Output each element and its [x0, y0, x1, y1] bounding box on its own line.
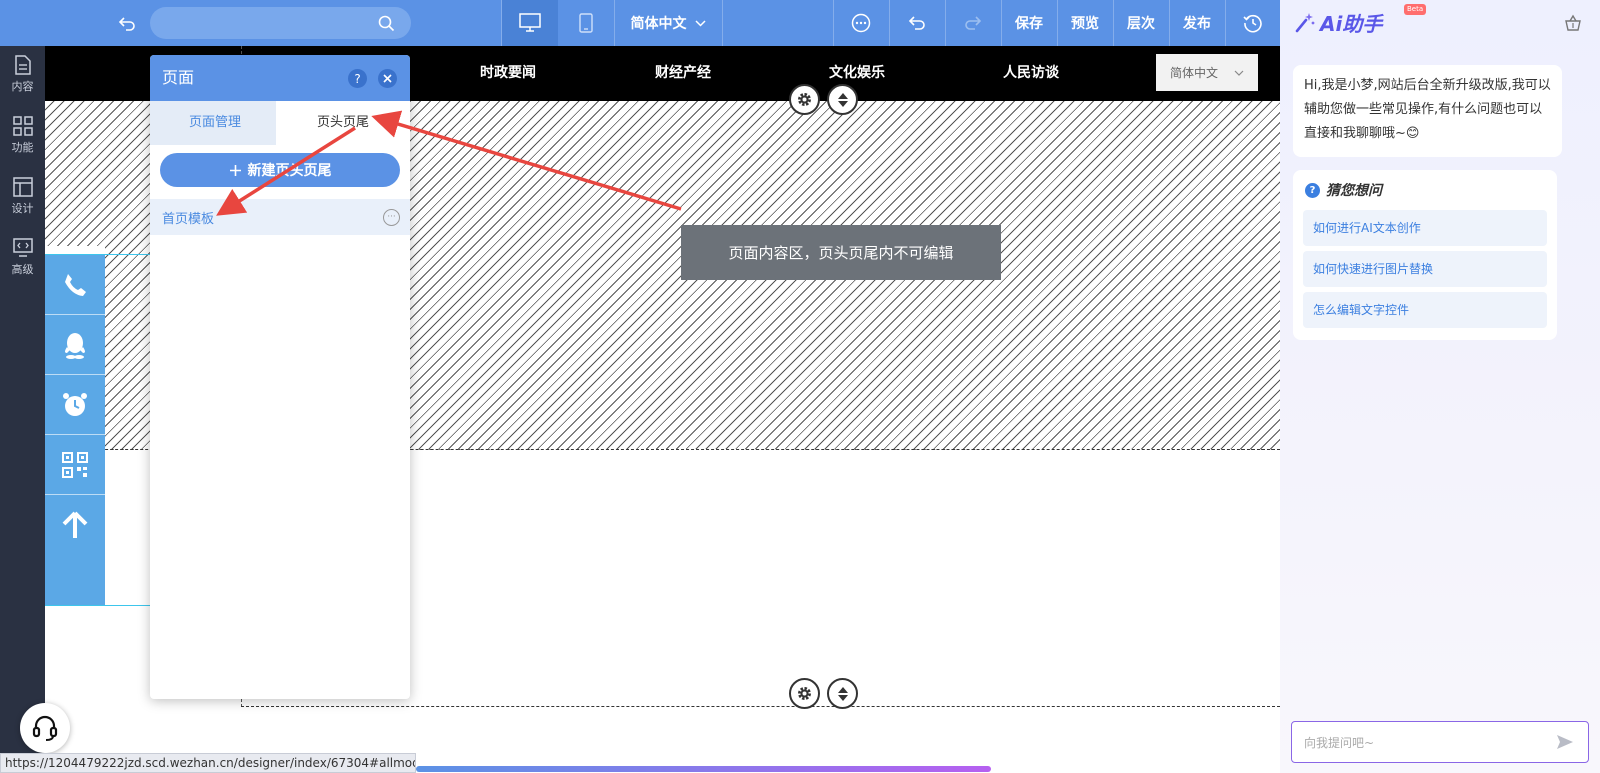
file-icon [14, 54, 32, 78]
code-monitor-icon [12, 237, 33, 261]
history-icon [1242, 13, 1263, 33]
rail-item-label: 设计 [11, 201, 34, 215]
nav-link[interactable]: 财经产经 [655, 46, 711, 101]
clear-basket-icon[interactable] [1564, 14, 1582, 32]
template-list-item[interactable]: 首页模板 ··· [150, 199, 410, 235]
tab-page-management[interactable]: 页面管理 [150, 101, 280, 145]
floating-contact-bar [45, 255, 105, 605]
language-select-label: 简体中文 [630, 16, 687, 32]
close-icon[interactable] [378, 69, 397, 88]
page-panel-header: 页面 ? [150, 55, 410, 101]
layout-icon [12, 176, 33, 200]
desktop-icon [519, 13, 541, 33]
site-language-label: 简体中文 [1170, 66, 1219, 80]
mobile-icon [579, 13, 593, 33]
search-icon[interactable] [378, 15, 395, 32]
ai-faq-card: ? 猜您想问 如何进行AI文本创作 如何快速进行图片替换 怎么编辑文字控件 [1293, 170, 1557, 340]
ai-logo: Ai助手 [1294, 8, 1382, 37]
rail-item-function[interactable]: 功能 [0, 107, 45, 163]
gear-icon [796, 685, 813, 702]
nav-link[interactable]: 时政要闻 [480, 46, 536, 101]
undo-icon [908, 15, 926, 31]
language-select[interactable]: 简体中文 [614, 0, 722, 46]
site-language-select[interactable]: 简体中文 [1156, 54, 1258, 91]
footer-guide-line [241, 706, 1280, 707]
nav-link[interactable]: 人民访谈 [1003, 46, 1059, 101]
resize-vertical-icon [837, 92, 849, 108]
ai-question-input[interactable]: 向我提问吧~ [1291, 721, 1589, 763]
desktop-view-button[interactable] [502, 0, 558, 46]
help-icon[interactable]: ? [348, 69, 367, 88]
resize-vertical-icon [837, 686, 849, 702]
rail-item-label: 内容 [11, 79, 34, 93]
float-qrcode-button[interactable] [45, 435, 105, 495]
ai-assistant-panel: Ai助手 Beta Hi,我是小梦,网站后台全新升级改版,我可以辅助您做一些常见… [1280, 0, 1600, 773]
page-panel-tabs: 页面管理 页头页尾 [150, 101, 410, 145]
float-qq-button[interactable] [45, 315, 105, 375]
qq-penguin-icon [62, 331, 88, 359]
more-icon [851, 13, 871, 33]
more-options-icon[interactable]: ··· [383, 208, 400, 226]
headset-icon [32, 714, 58, 742]
page-panel: 页面 ? 页面管理 页头页尾 新建页头页尾 首页模板 ··· [150, 55, 410, 699]
faq-item[interactable]: 如何快速进行图片替换 [1303, 251, 1547, 287]
ai-greeting-message: Hi,我是小梦,网站后台全新升级改版,我可以辅助您做一些常见操作,有什么问题也可… [1293, 65, 1562, 157]
save-button[interactable]: 保存 [1001, 0, 1057, 46]
sparkle-wand-icon [1294, 12, 1316, 34]
history-button[interactable] [1225, 0, 1280, 46]
float-phone-button[interactable] [45, 255, 105, 315]
redo-button[interactable] [945, 0, 1001, 46]
faq-item[interactable]: 如何进行AI文本创作 [1303, 210, 1547, 246]
tab-header-footer[interactable]: 页头页尾 [276, 101, 410, 145]
rail-item-advanced[interactable]: 高级 [0, 229, 45, 285]
mobile-view-button[interactable] [558, 0, 614, 46]
loading-progress-bar [416, 766, 991, 772]
gear-icon [796, 91, 813, 108]
publish-button[interactable]: 发布 [1169, 0, 1225, 46]
browser-status-url: https://1204479222jzd.scd.wezhan.cn/desi… [0, 753, 416, 773]
qrcode-icon [62, 451, 88, 478]
float-clock-button[interactable] [45, 375, 105, 435]
template-name: 首页模板 [162, 211, 215, 227]
rail-item-design[interactable]: 设计 [0, 168, 45, 224]
float-top-button[interactable] [45, 495, 105, 555]
toolbar-search-input[interactable] [150, 7, 411, 39]
send-icon[interactable] [1556, 734, 1574, 750]
redo-icon [964, 15, 982, 31]
footer-settings-button[interactable] [789, 678, 820, 709]
alarm-clock-icon [61, 391, 89, 419]
content-area-notice: 页面内容区，页头页尾内不可编辑 [681, 225, 1001, 280]
new-header-footer-label: 新建页头页尾 [247, 163, 332, 179]
top-toolbar: 简体中文 保存 预览 层次 发布 [0, 0, 1280, 46]
grid-icon [12, 115, 33, 139]
ai-title: Ai助手 [1320, 12, 1383, 36]
phone-icon [62, 272, 88, 298]
header-settings-button[interactable] [789, 84, 820, 115]
faq-header: ? 猜您想问 [1305, 180, 1547, 200]
customer-support-button[interactable] [20, 703, 70, 753]
plus-icon [229, 164, 242, 177]
ai-input-placeholder: 向我提问吧~ [1304, 735, 1375, 750]
rail-item-content[interactable]: 内容 [0, 46, 45, 102]
left-rail: 内容 功能 设计 高级 [0, 46, 45, 773]
rail-item-label: 功能 [11, 140, 34, 154]
faq-title: 猜您想问 [1326, 183, 1382, 199]
more-button[interactable] [833, 0, 889, 46]
rail-item-label: 高级 [11, 262, 34, 276]
new-header-footer-button[interactable]: 新建页头页尾 [160, 153, 400, 187]
faq-item[interactable]: 怎么编辑文字控件 [1303, 292, 1547, 328]
arrow-up-icon [62, 511, 88, 539]
chevron-down-icon [1234, 70, 1244, 76]
selection-guide [45, 605, 155, 606]
beta-badge: Beta [1404, 4, 1427, 15]
preview-button[interactable]: 预览 [1057, 0, 1113, 46]
undo-back-icon[interactable] [112, 0, 142, 46]
header-resize-button[interactable] [827, 84, 858, 115]
undo-button[interactable] [889, 0, 945, 46]
chevron-down-icon [694, 19, 706, 27]
question-icon: ? [1305, 182, 1320, 198]
footer-resize-button[interactable] [827, 678, 858, 709]
page-panel-title: 页面 [162, 68, 195, 87]
layers-button[interactable]: 层次 [1113, 0, 1169, 46]
